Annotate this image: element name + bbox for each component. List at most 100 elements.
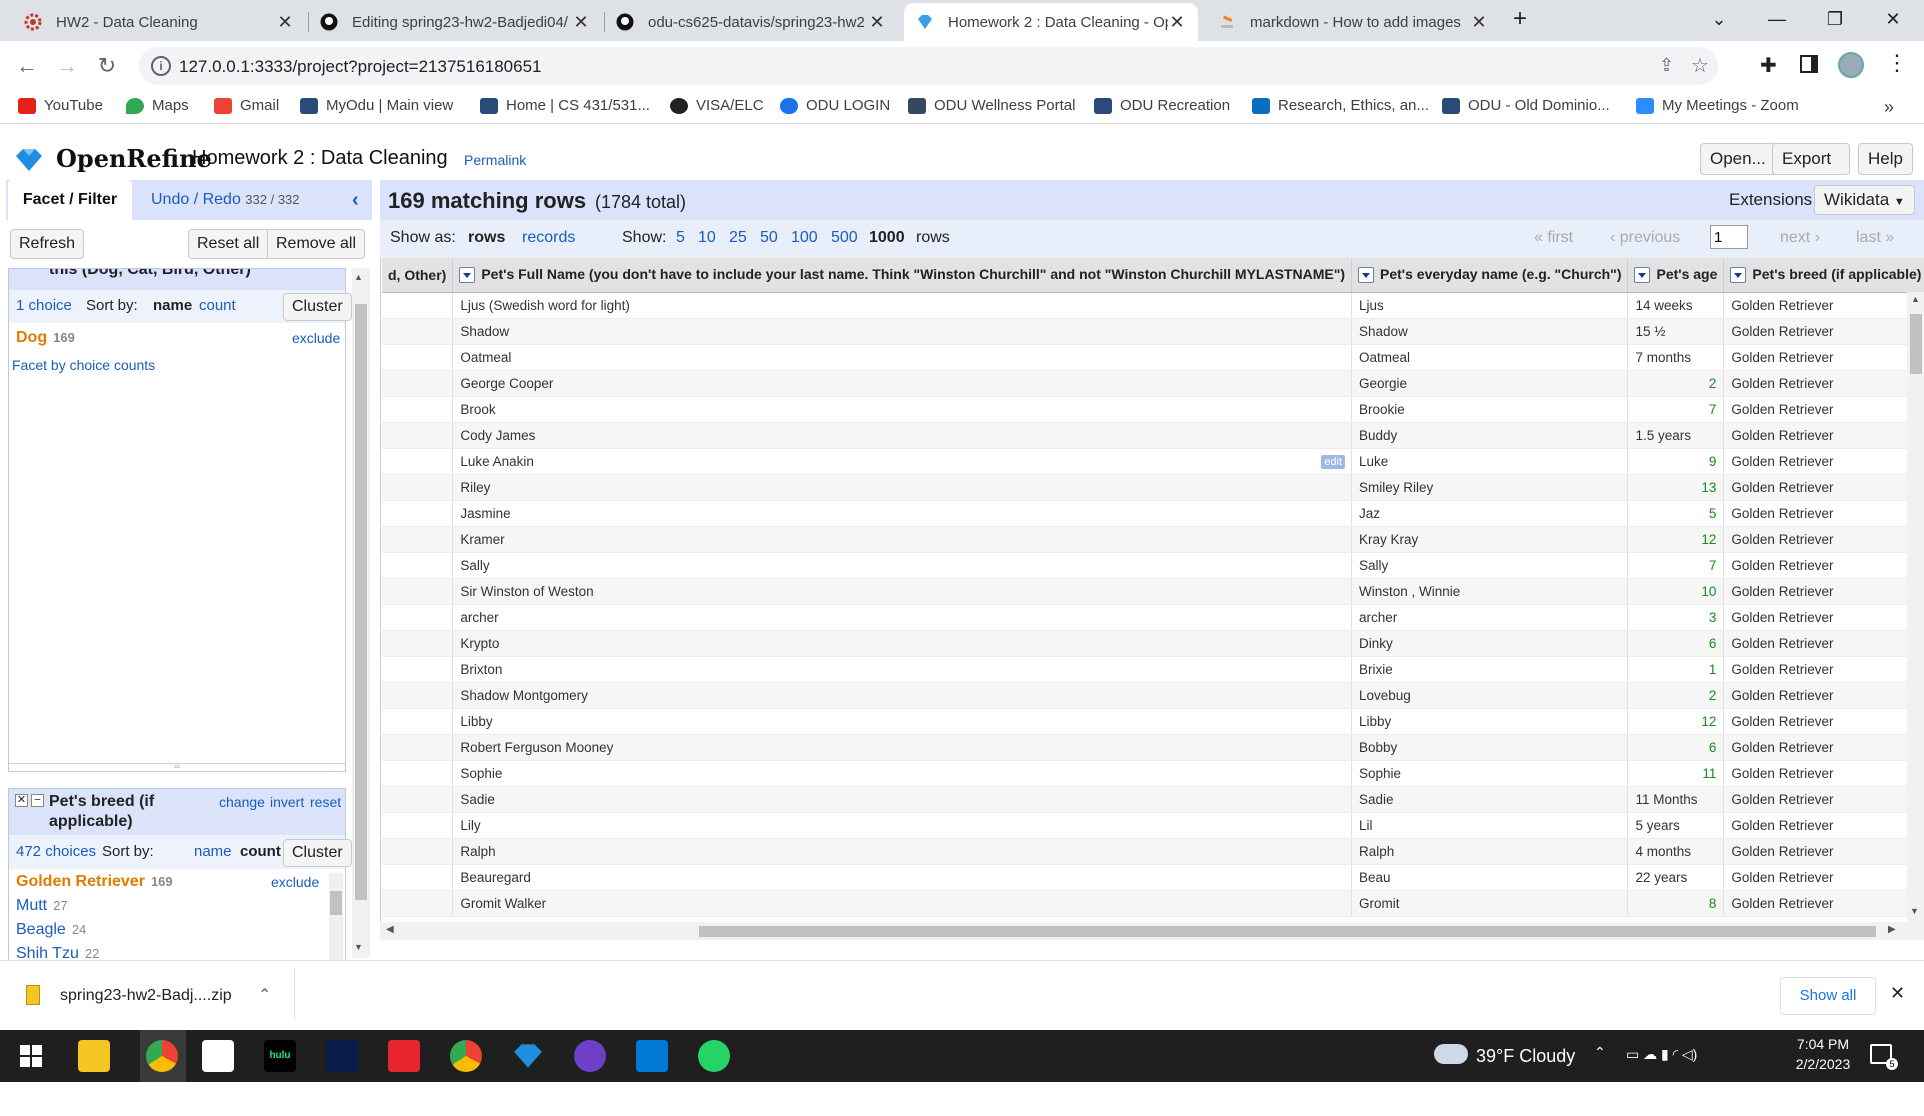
close-icon[interactable]: ✕ bbox=[572, 12, 590, 33]
table-cell[interactable] bbox=[382, 864, 454, 891]
table-cell[interactable]: Ralph bbox=[1351, 838, 1629, 865]
table-cell[interactable]: Golden Retriever bbox=[1723, 812, 1924, 839]
exclude-link[interactable]: exclude bbox=[292, 330, 340, 346]
change-link[interactable]: change bbox=[219, 794, 265, 810]
table-cell[interactable] bbox=[382, 500, 454, 527]
table-cell[interactable]: Riley bbox=[452, 474, 1353, 501]
table-cell[interactable] bbox=[382, 734, 454, 761]
table-cell[interactable] bbox=[382, 890, 454, 917]
github-desktop-icon[interactable] bbox=[574, 1040, 606, 1072]
chevron-up-icon[interactable]: ⌃ bbox=[258, 985, 271, 1005]
column-header[interactable]: Pet's age bbox=[1627, 258, 1725, 293]
table-cell[interactable]: Oatmeal bbox=[1351, 344, 1629, 371]
exclude-link[interactable]: exclude bbox=[271, 874, 319, 890]
bookmark-myodu[interactable]: MyOdu | Main view bbox=[300, 97, 453, 114]
bookmark-gmail[interactable]: Gmail bbox=[214, 97, 279, 114]
chrome-profile-icon[interactable] bbox=[450, 1040, 482, 1072]
tab-undo-redo[interactable]: Undo / Redo 332 / 332 bbox=[151, 180, 300, 220]
table-cell[interactable] bbox=[382, 708, 454, 735]
table-cell[interactable]: 15 ½ bbox=[1627, 318, 1725, 345]
table-cell[interactable] bbox=[382, 448, 454, 475]
table-cell[interactable]: Golden Retriever bbox=[1723, 838, 1924, 865]
table-cell[interactable]: Beau bbox=[1351, 864, 1629, 891]
column-header[interactable]: Pet's everyday name (e.g. "Church") bbox=[1351, 258, 1629, 293]
scrollbar-thumb[interactable] bbox=[699, 926, 1876, 937]
table-cell[interactable]: 6 bbox=[1627, 734, 1725, 761]
table-cell[interactable]: Ljus bbox=[1351, 292, 1629, 319]
table-cell[interactable]: Golden Retriever bbox=[1723, 890, 1924, 917]
scroll-down-icon[interactable]: ▼ bbox=[1906, 906, 1924, 940]
table-cell[interactable]: 13 bbox=[1627, 474, 1725, 501]
table-cell[interactable]: 11 Months bbox=[1627, 786, 1725, 813]
share-icon[interactable]: ⇪ bbox=[1659, 55, 1674, 76]
table-cell[interactable] bbox=[382, 344, 454, 371]
facet-choice[interactable]: Beagle 24 bbox=[16, 921, 86, 939]
tab-search-icon[interactable]: ⌄ bbox=[1690, 0, 1748, 40]
table-cell[interactable]: Golden Retriever bbox=[1723, 630, 1924, 657]
table-cell[interactable]: Lily bbox=[452, 812, 1353, 839]
whatsapp-icon[interactable] bbox=[698, 1040, 730, 1072]
table-cell[interactable]: Dinky bbox=[1351, 630, 1629, 657]
close-icon[interactable]: ✕ bbox=[276, 12, 294, 33]
cluster-button[interactable]: Cluster bbox=[283, 839, 352, 867]
sort-by-name[interactable]: name bbox=[194, 843, 232, 860]
table-cell[interactable]: Kray Kray bbox=[1351, 526, 1629, 553]
browser-tab[interactable]: HW2 - Data Cleaning ✕ bbox=[12, 3, 306, 41]
table-cell[interactable]: Luke Anakin edit bbox=[452, 448, 1353, 475]
scroll-left-icon[interactable]: ◀ bbox=[386, 924, 394, 935]
table-cell[interactable]: Golden Retriever bbox=[1723, 422, 1924, 449]
table-cell[interactable] bbox=[382, 474, 454, 501]
weather-text[interactable]: 39°F Cloudy bbox=[1476, 1046, 1575, 1067]
invert-link[interactable]: invert bbox=[270, 794, 304, 810]
openrefine-logo-icon[interactable] bbox=[14, 148, 44, 176]
windows-start-icon[interactable] bbox=[20, 1045, 42, 1071]
bookmark-wellness[interactable]: ODU Wellness Portal bbox=[908, 97, 1075, 114]
table-cell[interactable] bbox=[382, 370, 454, 397]
chrome-icon[interactable] bbox=[146, 1040, 178, 1072]
table-cell[interactable]: 5 years bbox=[1627, 812, 1725, 839]
scrollbar-thumb[interactable] bbox=[330, 891, 342, 915]
table-cell[interactable] bbox=[382, 292, 454, 319]
table-cell[interactable]: Golden Retriever bbox=[1723, 656, 1924, 683]
table-cell[interactable]: Golden Retriever bbox=[1723, 318, 1924, 345]
bookmark-star-icon[interactable]: ☆ bbox=[1691, 53, 1709, 78]
reload-icon[interactable]: ↻ bbox=[92, 51, 122, 81]
table-cell[interactable]: Brixton bbox=[452, 656, 1353, 683]
table-cell[interactable]: Winston , Winnie bbox=[1351, 578, 1629, 605]
table-cell[interactable]: Shadow Montgomery bbox=[452, 682, 1353, 709]
table-cell[interactable]: Shadow bbox=[452, 318, 1353, 345]
table-cell[interactable] bbox=[382, 578, 454, 605]
table-cell[interactable]: 1.5 years bbox=[1627, 422, 1725, 449]
table-cell[interactable]: Bobby bbox=[1351, 734, 1629, 761]
page-size-5[interactable]: 5 bbox=[676, 229, 685, 247]
table-cell[interactable] bbox=[382, 656, 454, 683]
table-cell[interactable]: Brook bbox=[452, 396, 1353, 423]
clock-date[interactable]: 2/2/2023 bbox=[1780, 1056, 1866, 1072]
table-cell[interactable]: Golden Retriever bbox=[1723, 344, 1924, 371]
table-cell[interactable]: Golden Retriever bbox=[1723, 786, 1924, 813]
table-cell[interactable]: Cody James bbox=[452, 422, 1353, 449]
file-explorer-icon[interactable] bbox=[78, 1040, 110, 1072]
bookmark-cs431[interactable]: Home | CS 431/531... bbox=[480, 97, 650, 114]
table-cell[interactable]: Sally bbox=[1351, 552, 1629, 579]
table-cell[interactable]: 7 bbox=[1627, 396, 1725, 423]
bookmark-odu[interactable]: ODU - Old Dominio... bbox=[1442, 97, 1610, 114]
download-filename[interactable]: spring23-hw2-Badj....zip bbox=[60, 987, 232, 1005]
table-cell[interactable]: Lovebug bbox=[1351, 682, 1629, 709]
refresh-button[interactable]: Refresh bbox=[10, 229, 85, 259]
table-cell[interactable]: Golden Retriever bbox=[1723, 552, 1924, 579]
column-menu-dropdown-icon[interactable] bbox=[1358, 267, 1375, 284]
bookmark-youtube[interactable]: YouTube bbox=[18, 97, 103, 114]
scroll-up-icon[interactable]: ▲ bbox=[1911, 294, 1920, 304]
table-cell[interactable]: Golden Retriever bbox=[1723, 578, 1924, 605]
table-cell[interactable]: Golden Retriever bbox=[1723, 474, 1924, 501]
table-cell[interactable]: Libby bbox=[452, 708, 1353, 735]
scroll-down-icon[interactable]: ▼ bbox=[354, 942, 363, 952]
table-cell[interactable] bbox=[382, 526, 454, 553]
site-info-icon[interactable]: i bbox=[151, 56, 171, 76]
profile-avatar[interactable] bbox=[1838, 52, 1864, 78]
reset-all-button[interactable]: Reset all bbox=[188, 229, 269, 259]
table-cell[interactable] bbox=[382, 630, 454, 657]
table-cell[interactable]: Luke bbox=[1351, 448, 1629, 475]
table-cell[interactable]: Golden Retriever bbox=[1723, 864, 1924, 891]
